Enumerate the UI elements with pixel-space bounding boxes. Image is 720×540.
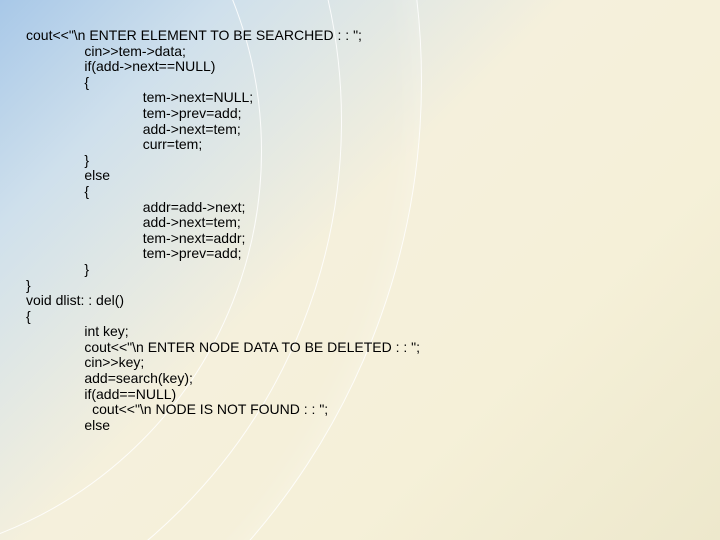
- code-block: cout<<"\n ENTER ELEMENT TO BE SEARCHED :…: [26, 28, 420, 433]
- slide-background: cout<<"\n ENTER ELEMENT TO BE SEARCHED :…: [0, 0, 720, 540]
